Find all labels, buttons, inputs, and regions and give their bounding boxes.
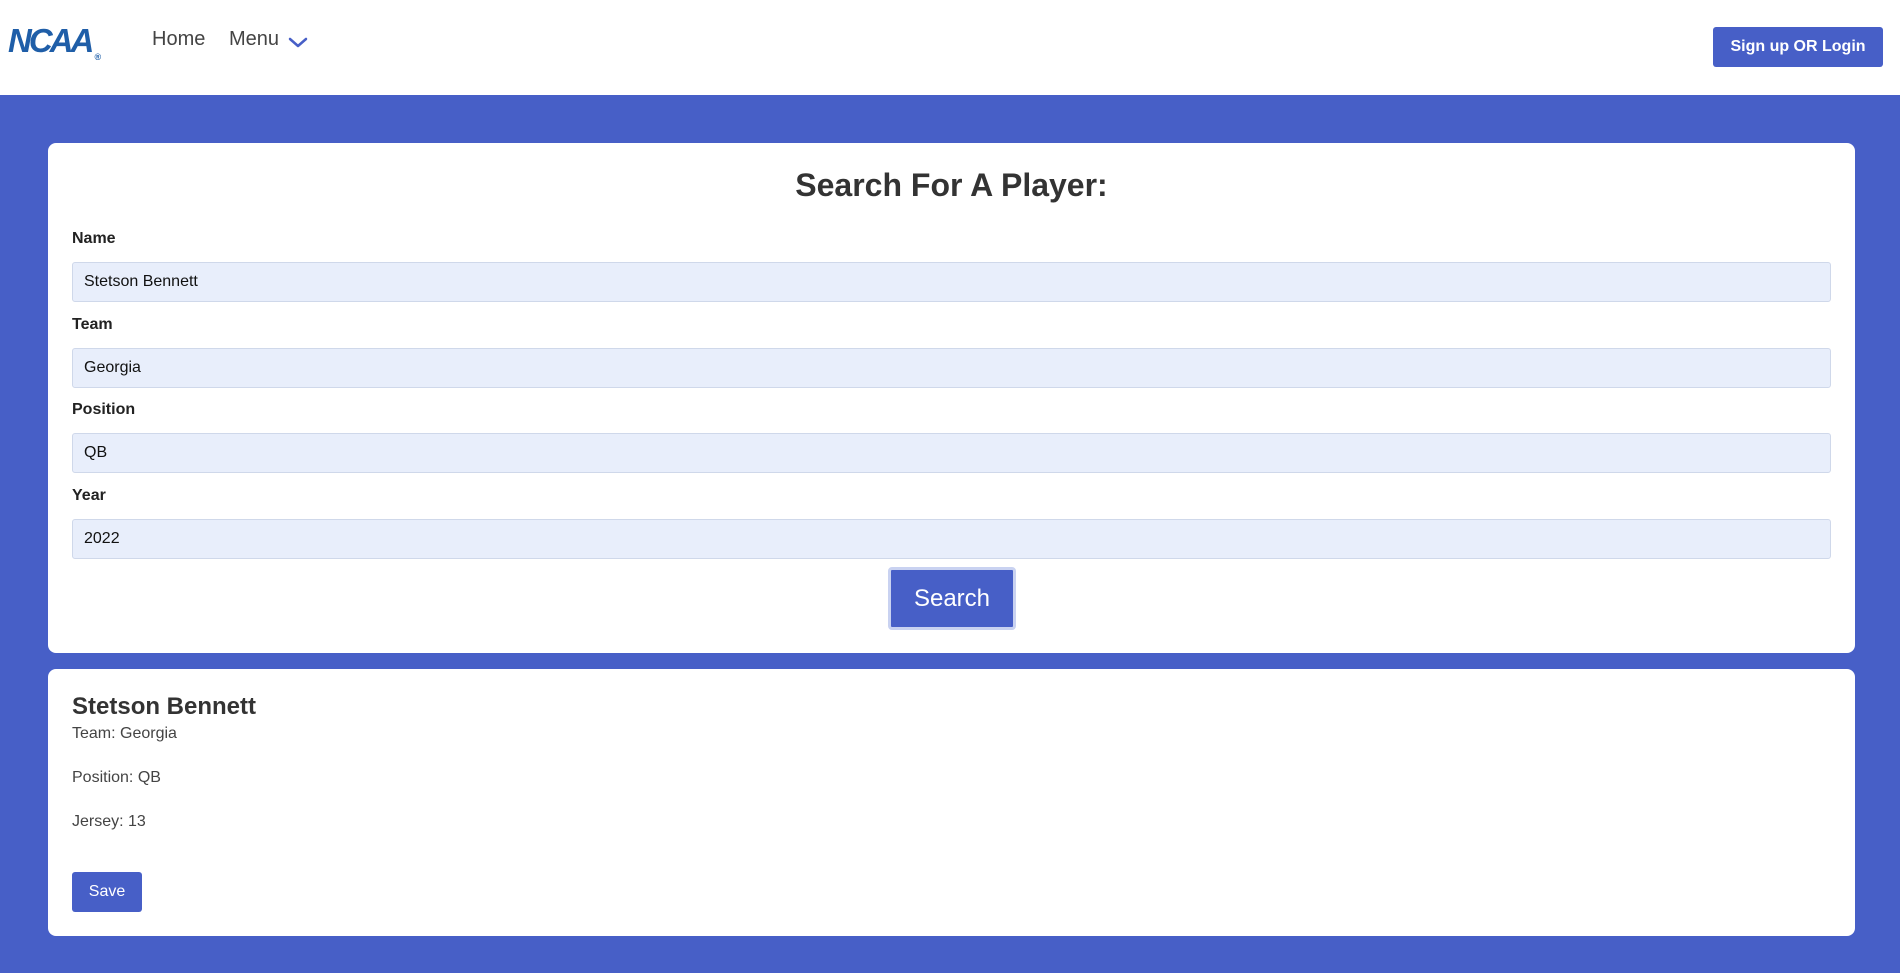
player-jersey: Jersey: 13: [72, 813, 146, 830]
nav-home-link[interactable]: Home: [152, 28, 205, 51]
name-input[interactable]: [72, 262, 1831, 302]
player-result-card: Stetson Bennett Team: Georgia Position: …: [48, 669, 1855, 936]
logo-text: NCAA: [8, 22, 94, 59]
chevron-down-icon: [288, 37, 308, 47]
team-field-group: Team: [72, 316, 1831, 388]
team-input[interactable]: [72, 348, 1831, 388]
save-button[interactable]: Save: [72, 872, 142, 912]
year-input[interactable]: [72, 519, 1831, 559]
nav-menu-dropdown[interactable]: Menu: [229, 28, 309, 51]
ncaa-logo[interactable]: NCAA ®: [8, 22, 101, 62]
name-label: Name: [72, 230, 116, 247]
year-field-group: Year: [72, 487, 1831, 559]
name-field-group: Name: [72, 230, 1831, 302]
logo-registered-mark: ®: [94, 52, 101, 62]
player-position: Position: QB: [72, 769, 161, 786]
position-label: Position: [72, 401, 136, 418]
player-name: Stetson Bennett: [72, 693, 257, 720]
position-input[interactable]: [72, 433, 1831, 473]
team-label: Team: [72, 316, 113, 333]
search-title: Search For A Player:: [795, 167, 1108, 203]
player-team: Team: Georgia: [72, 725, 177, 742]
search-button[interactable]: Search: [888, 567, 1016, 630]
player-search-card: Search For A Player: Name Team Position …: [48, 143, 1855, 653]
top-navbar: NCAA ® Home Menu Sign up OR Login: [0, 0, 1900, 95]
year-label: Year: [72, 487, 106, 504]
nav-menu-label: Menu: [229, 28, 280, 50]
signup-login-button[interactable]: Sign up OR Login: [1713, 27, 1883, 67]
position-field-group: Position: [72, 401, 1831, 473]
